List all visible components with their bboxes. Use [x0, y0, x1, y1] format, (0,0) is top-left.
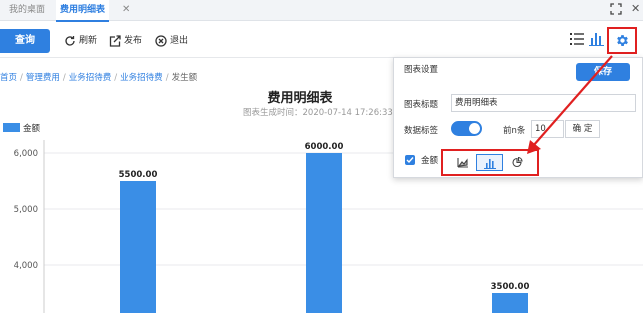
- refresh-button[interactable]: 刷新: [64, 33, 97, 49]
- bar-data-label: 6000.00: [305, 142, 344, 152]
- window-close-icon[interactable]: ✕: [631, 2, 640, 15]
- breadcrumb-item[interactable]: 业务招待费: [69, 73, 112, 83]
- breadcrumb-separator: /: [62, 73, 66, 83]
- publish-button[interactable]: 发布: [109, 33, 142, 49]
- data-labels-toggle[interactable]: [451, 121, 482, 136]
- tab-bar: 我的桌面 费用明细表 ✕ ✕: [0, 0, 643, 22]
- chart-type-bar-button[interactable]: [476, 154, 503, 171]
- breadcrumb-separator: /: [114, 73, 118, 83]
- bar-chart-icon: [484, 159, 496, 169]
- bar-data-label: 5500.00: [119, 170, 158, 180]
- chart-title-input[interactable]: 费用明细表: [451, 94, 636, 112]
- y-tick-label: 5,000: [14, 205, 38, 215]
- confirm-button[interactable]: 确 定: [565, 120, 600, 138]
- settings-highlight-box: [607, 27, 637, 54]
- chart-type-area-button[interactable]: [450, 154, 477, 171]
- check-icon: [406, 157, 414, 164]
- breadcrumb: 首页 / 管理费用 / 业务招待费 / 业务招待费 / 发生额: [0, 71, 197, 83]
- popup-title: 图表设置: [404, 65, 439, 75]
- legend-swatch[interactable]: [3, 123, 20, 132]
- exit-button[interactable]: 退出: [155, 33, 188, 49]
- tab-close-icon[interactable]: ✕: [122, 4, 130, 15]
- toolbar: 查询 刷新 发布 退出: [0, 24, 643, 58]
- bar[interactable]: [120, 181, 156, 313]
- pie-chart-icon: [512, 157, 523, 168]
- save-button[interactable]: 保存: [576, 63, 630, 81]
- series-checkbox[interactable]: [405, 155, 415, 165]
- y-tick-label: 4,000: [14, 261, 38, 271]
- breadcrumb-item[interactable]: 管理费用: [26, 73, 60, 83]
- breadcrumb-current: 发生额: [171, 73, 198, 83]
- bar-chart-icon[interactable]: [589, 31, 604, 46]
- chart-type-highlight-box: [441, 149, 539, 176]
- toggle-knob: [469, 123, 480, 134]
- bar-data-label: 3500.00: [491, 282, 530, 292]
- refresh-icon: [65, 36, 75, 46]
- chart-generated-time: 图表生成时间：2020-07-14 17:26:33: [243, 108, 393, 118]
- bar[interactable]: [492, 293, 528, 313]
- list-icon[interactable]: [570, 32, 584, 46]
- breadcrumb-separator: /: [20, 73, 23, 83]
- chart-settings-popup: 图表设置 保存 图表标题 费用明细表 数据标签 前n条 10 确 定 金额: [393, 57, 643, 178]
- tab-expense-detail[interactable]: 费用明细表: [56, 0, 110, 22]
- gear-icon[interactable]: [615, 33, 630, 48]
- tab-my-desktop[interactable]: 我的桌面: [9, 0, 45, 21]
- chart-title: 费用明细表: [267, 91, 333, 106]
- legend-label[interactable]: 金额: [23, 122, 40, 134]
- top-n-label: 前n条: [503, 126, 526, 136]
- publish-icon: [109, 35, 121, 47]
- series-label: 金额: [421, 156, 439, 166]
- breadcrumb-item[interactable]: 业务招待费: [120, 73, 163, 83]
- refresh-label: 刷新: [79, 36, 98, 46]
- data-labels-label: 数据标签: [404, 126, 439, 136]
- y-tick-label: 6,000: [14, 149, 38, 159]
- area-chart-icon: [457, 158, 468, 168]
- chart-title-label: 图表标题: [404, 100, 439, 110]
- breadcrumb-item[interactable]: 首页: [0, 73, 17, 83]
- publish-label: 发布: [124, 36, 143, 46]
- query-button[interactable]: 查询: [0, 29, 50, 53]
- chart-type-pie-button[interactable]: [504, 154, 531, 171]
- exit-icon: [155, 35, 167, 47]
- bar[interactable]: [306, 153, 342, 313]
- breadcrumb-separator: /: [165, 73, 169, 83]
- fullscreen-icon[interactable]: [610, 3, 622, 15]
- top-n-input[interactable]: 10: [531, 120, 564, 138]
- exit-label: 退出: [170, 36, 189, 46]
